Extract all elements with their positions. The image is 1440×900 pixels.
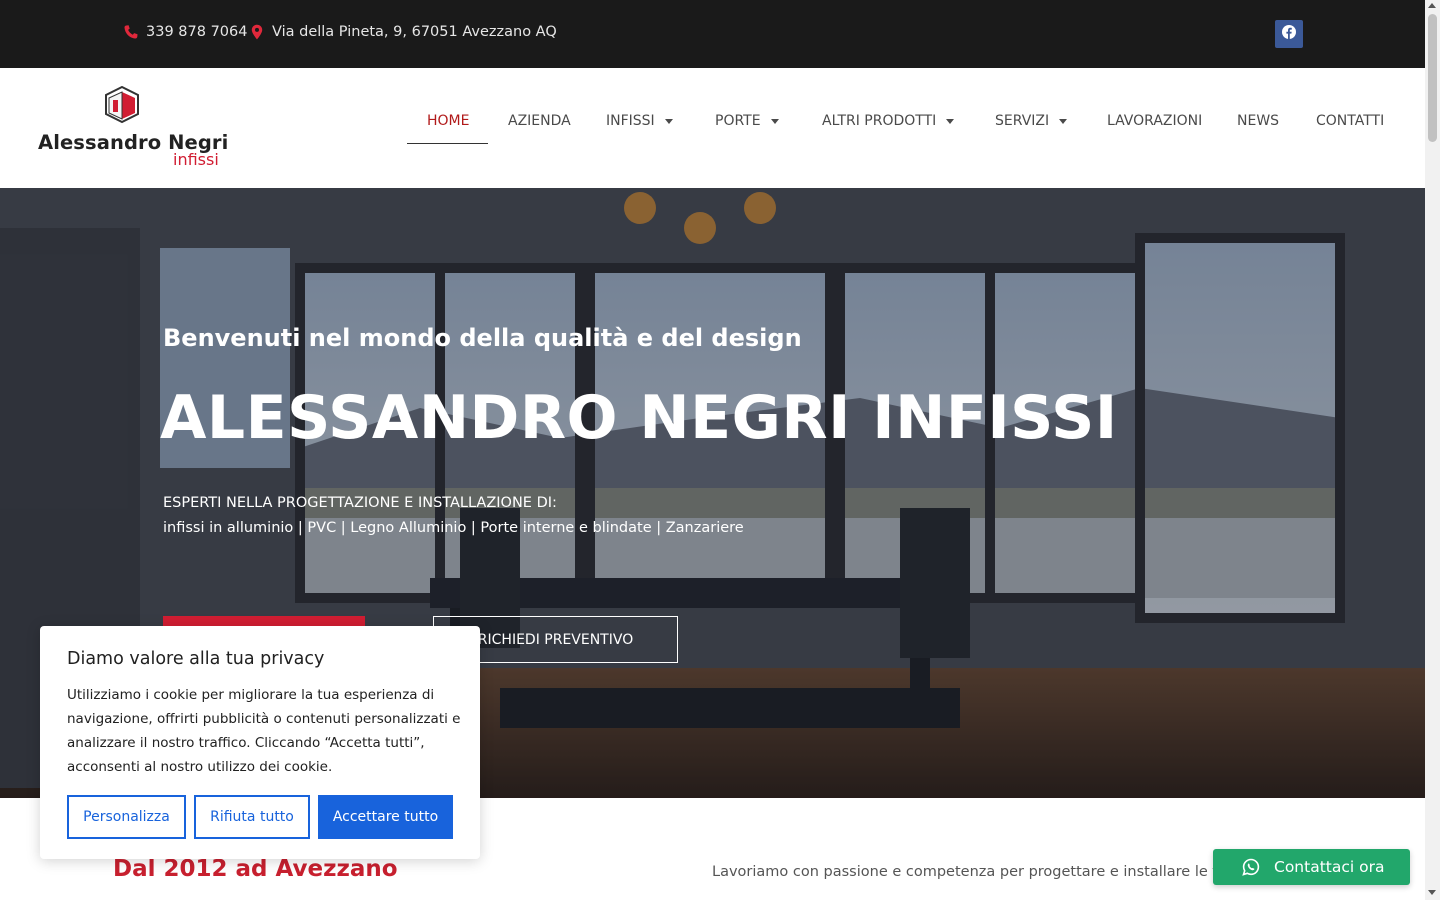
nav-lavorazioni-label: LAVORAZIONI: [1107, 113, 1203, 129]
nav-contatti[interactable]: CONTATTI: [1316, 98, 1384, 144]
phone-icon: [123, 24, 139, 40]
nav-infissi-label: INFISSI: [606, 113, 655, 129]
cookie-customize-button[interactable]: Personalizza: [67, 795, 186, 839]
hero-services-list: infissi in alluminio | PVC | Legno Allum…: [163, 520, 744, 536]
scrollbar-thumb[interactable]: [1428, 14, 1437, 142]
chevron-down-icon: [1059, 118, 1068, 124]
hero-title: ALESSANDRO NEGRI INFISSI: [160, 383, 1118, 453]
nav-azienda[interactable]: AZIENDA: [508, 98, 571, 144]
cookie-title: Diamo valore alla tua privacy: [67, 649, 325, 669]
address-text: Via della Pineta, 9, 67051 Avezzano AQ: [272, 24, 557, 40]
nav-altri-prodotti[interactable]: ALTRI PRODOTTI: [822, 98, 955, 144]
facebook-button[interactable]: [1275, 20, 1303, 48]
whatsapp-contact-button[interactable]: Contattaci ora: [1213, 849, 1410, 885]
page-scrollbar[interactable]: [1425, 0, 1440, 900]
nav-servizi[interactable]: SERVIZI: [995, 98, 1068, 144]
nav-contatti-label: CONTATTI: [1316, 113, 1385, 129]
nav-home[interactable]: HOME: [427, 98, 469, 144]
cookie-accept-button[interactable]: Accettare tutto: [318, 795, 453, 839]
phone-contact[interactable]: 339 878 7064: [123, 22, 247, 42]
site-header: Alessandro Negri infissi HOME AZIENDA IN…: [0, 68, 1425, 188]
top-bar: 339 878 7064 Via della Pineta, 9, 67051 …: [0, 0, 1425, 68]
map-marker-icon: [249, 24, 265, 40]
intro-title: Dal 2012 ad Avezzano: [113, 856, 398, 882]
cookie-body: Utilizziamo i cookie per migliorare la t…: [67, 687, 461, 775]
chevron-down-icon: [770, 118, 779, 124]
site-logo[interactable]: Alessandro Negri infissi: [38, 86, 228, 171]
whatsapp-label: Contattaci ora: [1274, 858, 1385, 876]
nav-news[interactable]: NEWS: [1237, 98, 1279, 144]
nav-news-label: NEWS: [1237, 113, 1280, 129]
address-contact[interactable]: Via della Pineta, 9, 67051 Avezzano AQ: [249, 22, 557, 42]
nav-infissi[interactable]: INFISSI: [606, 98, 673, 144]
cookie-consent-banner: Diamo valore alla tua privacy Utilizziam…: [40, 626, 480, 859]
scroll-up-arrow-icon[interactable]: [1428, 3, 1436, 8]
hero-services-heading: ESPERTI NELLA PROGETTAZIONE E INSTALLAZI…: [163, 495, 557, 511]
nav-home-label: HOME: [427, 113, 470, 129]
cookie-reject-button[interactable]: Rifiuta tutto: [194, 795, 310, 839]
active-nav-underline: [407, 143, 488, 144]
chevron-down-icon: [664, 118, 673, 124]
nav-porte[interactable]: PORTE: [715, 98, 779, 144]
nav-altri-prodotti-label: ALTRI PRODOTTI: [822, 113, 937, 129]
hero-subtitle: Benvenuti nel mondo della qualità e del …: [163, 324, 802, 352]
nav-porte-label: PORTE: [715, 113, 761, 129]
phone-number: 339 878 7064: [146, 24, 248, 40]
facebook-icon: [1282, 24, 1296, 44]
chevron-down-icon: [946, 118, 955, 124]
logo-cube-icon: [105, 86, 139, 124]
logo-sub-text: infissi: [173, 150, 219, 169]
intro-text: Lavoriamo con passione e competenza per …: [712, 864, 1268, 880]
nav-servizi-label: SERVIZI: [995, 113, 1050, 129]
nav-azienda-label: AZIENDA: [508, 113, 571, 129]
scroll-down-arrow-icon[interactable]: [1428, 890, 1436, 895]
whatsapp-icon: [1242, 858, 1260, 876]
nav-lavorazioni[interactable]: LAVORAZIONI: [1107, 98, 1202, 144]
